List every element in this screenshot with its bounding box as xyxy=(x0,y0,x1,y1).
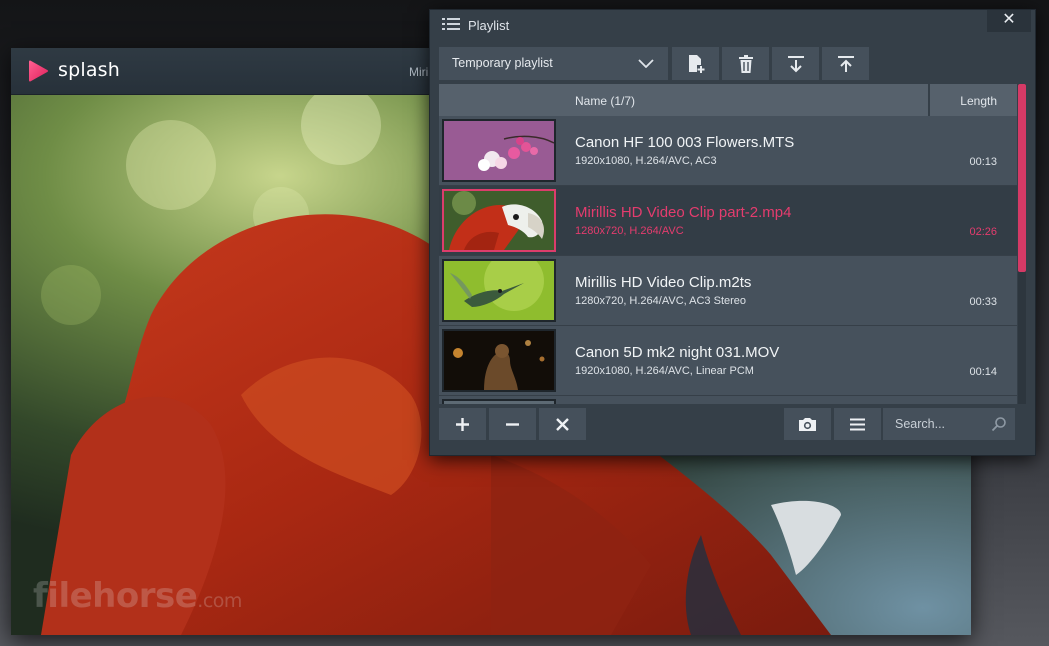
close-button[interactable]: ✕ xyxy=(987,10,1031,32)
playlist-item[interactable]: Mirillis HD Video Clip.m2ts 1280x720, H.… xyxy=(439,256,1017,326)
camera-icon xyxy=(799,418,816,431)
move-down-button[interactable] xyxy=(772,47,819,80)
scrollbar-thumb[interactable] xyxy=(1018,84,1026,272)
search-icon[interactable] xyxy=(991,416,1007,432)
playlist-item[interactable] xyxy=(439,396,1017,404)
search-box[interactable] xyxy=(883,408,1015,440)
download-arrow-icon xyxy=(788,56,804,73)
item-meta: 1920x1080, H.264/AVC, Linear PCM xyxy=(575,365,754,377)
video-thumbnail xyxy=(442,119,556,182)
delete-playlist-button[interactable] xyxy=(722,47,769,80)
list-icon xyxy=(850,418,865,431)
playlist-select[interactable]: Temporary playlist xyxy=(439,47,668,80)
playlist-bottom-bar xyxy=(439,408,1026,440)
chevron-down-icon xyxy=(638,59,654,68)
item-length: 00:13 xyxy=(969,156,997,168)
playlist-select-value: Temporary playlist xyxy=(452,56,553,70)
item-meta: 1920x1080, H.264/AVC, AC3 xyxy=(575,155,717,167)
item-meta: 1280x720, H.264/AVC, AC3 Stereo xyxy=(575,295,747,307)
playlist-options-button[interactable] xyxy=(834,408,881,440)
video-thumbnail xyxy=(442,329,556,392)
add-file-button[interactable] xyxy=(672,47,719,80)
item-name: Mirillis HD Video Clip part-2.mp4 xyxy=(575,204,792,221)
video-thumbnail xyxy=(442,399,556,404)
playlist-item[interactable]: Canon HF 100 003 Flowers.MTS 1920x1080, … xyxy=(439,116,1017,186)
close-icon: ✕ xyxy=(1002,11,1016,28)
filehorse-watermark: filehorse.com xyxy=(33,576,242,616)
splash-logo-icon xyxy=(29,60,48,82)
item-meta: 1280x720, H.264/AVC xyxy=(575,225,684,237)
playlist-window: Playlist ✕ Temporary playlist Name (1/7)… xyxy=(429,9,1036,456)
column-divider[interactable] xyxy=(928,84,930,116)
search-input[interactable] xyxy=(883,408,983,440)
watermark-tld: .com xyxy=(197,590,242,612)
item-name: Canon HF 100 003 Flowers.MTS xyxy=(575,134,795,151)
column-header-length[interactable]: Length xyxy=(960,94,997,108)
playlist-title: Playlist xyxy=(468,18,510,33)
item-length: 02:26 xyxy=(969,226,997,238)
menu-icon[interactable] xyxy=(442,17,460,31)
playlist-titlebar[interactable]: Playlist ✕ xyxy=(430,10,1035,40)
upload-arrow-icon xyxy=(838,56,854,72)
plus-icon xyxy=(456,418,469,431)
move-up-button[interactable] xyxy=(822,47,869,80)
playlist-item-selected[interactable]: Mirillis HD Video Clip part-2.mp4 1280x7… xyxy=(439,186,1017,256)
column-header-name[interactable]: Name (1/7) xyxy=(575,94,635,108)
x-icon xyxy=(556,418,569,431)
playlist-scrollbar[interactable] xyxy=(1018,84,1026,404)
remove-item-button[interactable] xyxy=(489,408,536,440)
snapshot-button[interactable] xyxy=(784,408,831,440)
brand-name: splash xyxy=(58,59,121,81)
minus-icon xyxy=(506,423,519,426)
watermark-text: filehorse xyxy=(33,576,198,616)
item-length: 00:33 xyxy=(969,296,997,308)
item-length: 00:14 xyxy=(969,366,997,378)
video-thumbnail xyxy=(442,259,556,322)
list-header: Name (1/7) Length xyxy=(439,84,1017,116)
clear-playlist-button[interactable] xyxy=(539,408,586,440)
player-title: Miri xyxy=(409,65,429,79)
playlist-toolbar: Temporary playlist xyxy=(439,47,1026,80)
item-name: Canon 5D mk2 night 031.MOV xyxy=(575,344,780,361)
item-name: Mirillis HD Video Clip.m2ts xyxy=(575,274,752,291)
playlist-item[interactable]: Canon 5D mk2 night 031.MOV 1920x1080, H.… xyxy=(439,326,1017,396)
video-thumbnail xyxy=(442,189,556,252)
add-file-icon xyxy=(689,55,705,73)
add-item-button[interactable] xyxy=(439,408,486,440)
playlist-items: Canon HF 100 003 Flowers.MTS 1920x1080, … xyxy=(439,116,1017,404)
trash-icon xyxy=(739,55,753,73)
